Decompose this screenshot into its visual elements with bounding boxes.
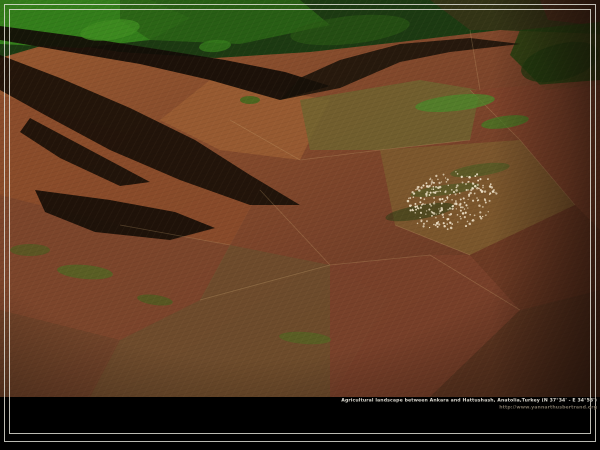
- photo-caption-title: Agricultural landscape between Ankara an…: [341, 397, 597, 404]
- right-edge-shade: [0, 0, 600, 397]
- photo-caption: Agricultural landscape between Ankara an…: [341, 397, 597, 410]
- photo-credit-url: http://www.yannarthusbertrand.org: [341, 404, 597, 410]
- aerial-photo: [0, 0, 600, 397]
- wallpaper-canvas: Agricultural landscape between Ankara an…: [0, 0, 600, 450]
